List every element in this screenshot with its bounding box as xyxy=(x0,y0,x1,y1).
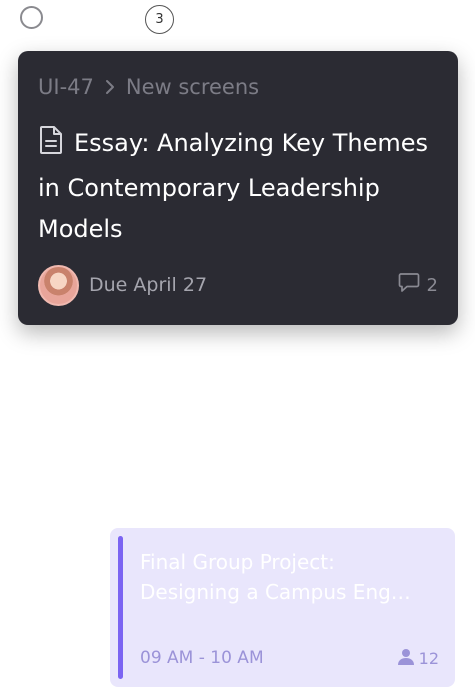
comment-count-value: 2 xyxy=(426,274,438,296)
chevron-right-icon xyxy=(104,79,116,95)
count-badge: 3 xyxy=(145,5,174,34)
count-badge-value: 3 xyxy=(155,12,164,27)
due-date: Due April 27 xyxy=(89,274,208,296)
task-card[interactable]: UI-47 New screens Essay: Analyzing Key T… xyxy=(18,51,458,325)
comments-count[interactable]: 2 xyxy=(398,272,438,298)
breadcrumb: UI-47 New screens xyxy=(38,75,259,99)
task-title: Essay: Analyzing Key Themes in Contempor… xyxy=(38,129,429,243)
status-circle[interactable] xyxy=(20,6,43,29)
document-icon xyxy=(38,125,64,168)
event-title: Final Group Project: Designing a Campus … xyxy=(140,550,411,604)
avatar[interactable] xyxy=(38,264,79,306)
event-attendees: 12 xyxy=(397,648,439,669)
comment-icon xyxy=(398,272,420,298)
event-accent-bar xyxy=(118,536,123,679)
breadcrumb-section[interactable]: New screens xyxy=(126,75,259,99)
event-time: 09 AM - 10 AM xyxy=(140,648,264,668)
task-title-row: Essay: Analyzing Key Themes in Contempor… xyxy=(38,123,448,250)
person-icon xyxy=(397,648,415,669)
attendee-count: 12 xyxy=(418,649,439,668)
breadcrumb-project[interactable]: UI-47 xyxy=(38,75,94,99)
task-footer: Due April 27 2 xyxy=(38,264,438,306)
calendar-event-card[interactable]: Final Group Project: Designing a Campus … xyxy=(110,528,455,687)
